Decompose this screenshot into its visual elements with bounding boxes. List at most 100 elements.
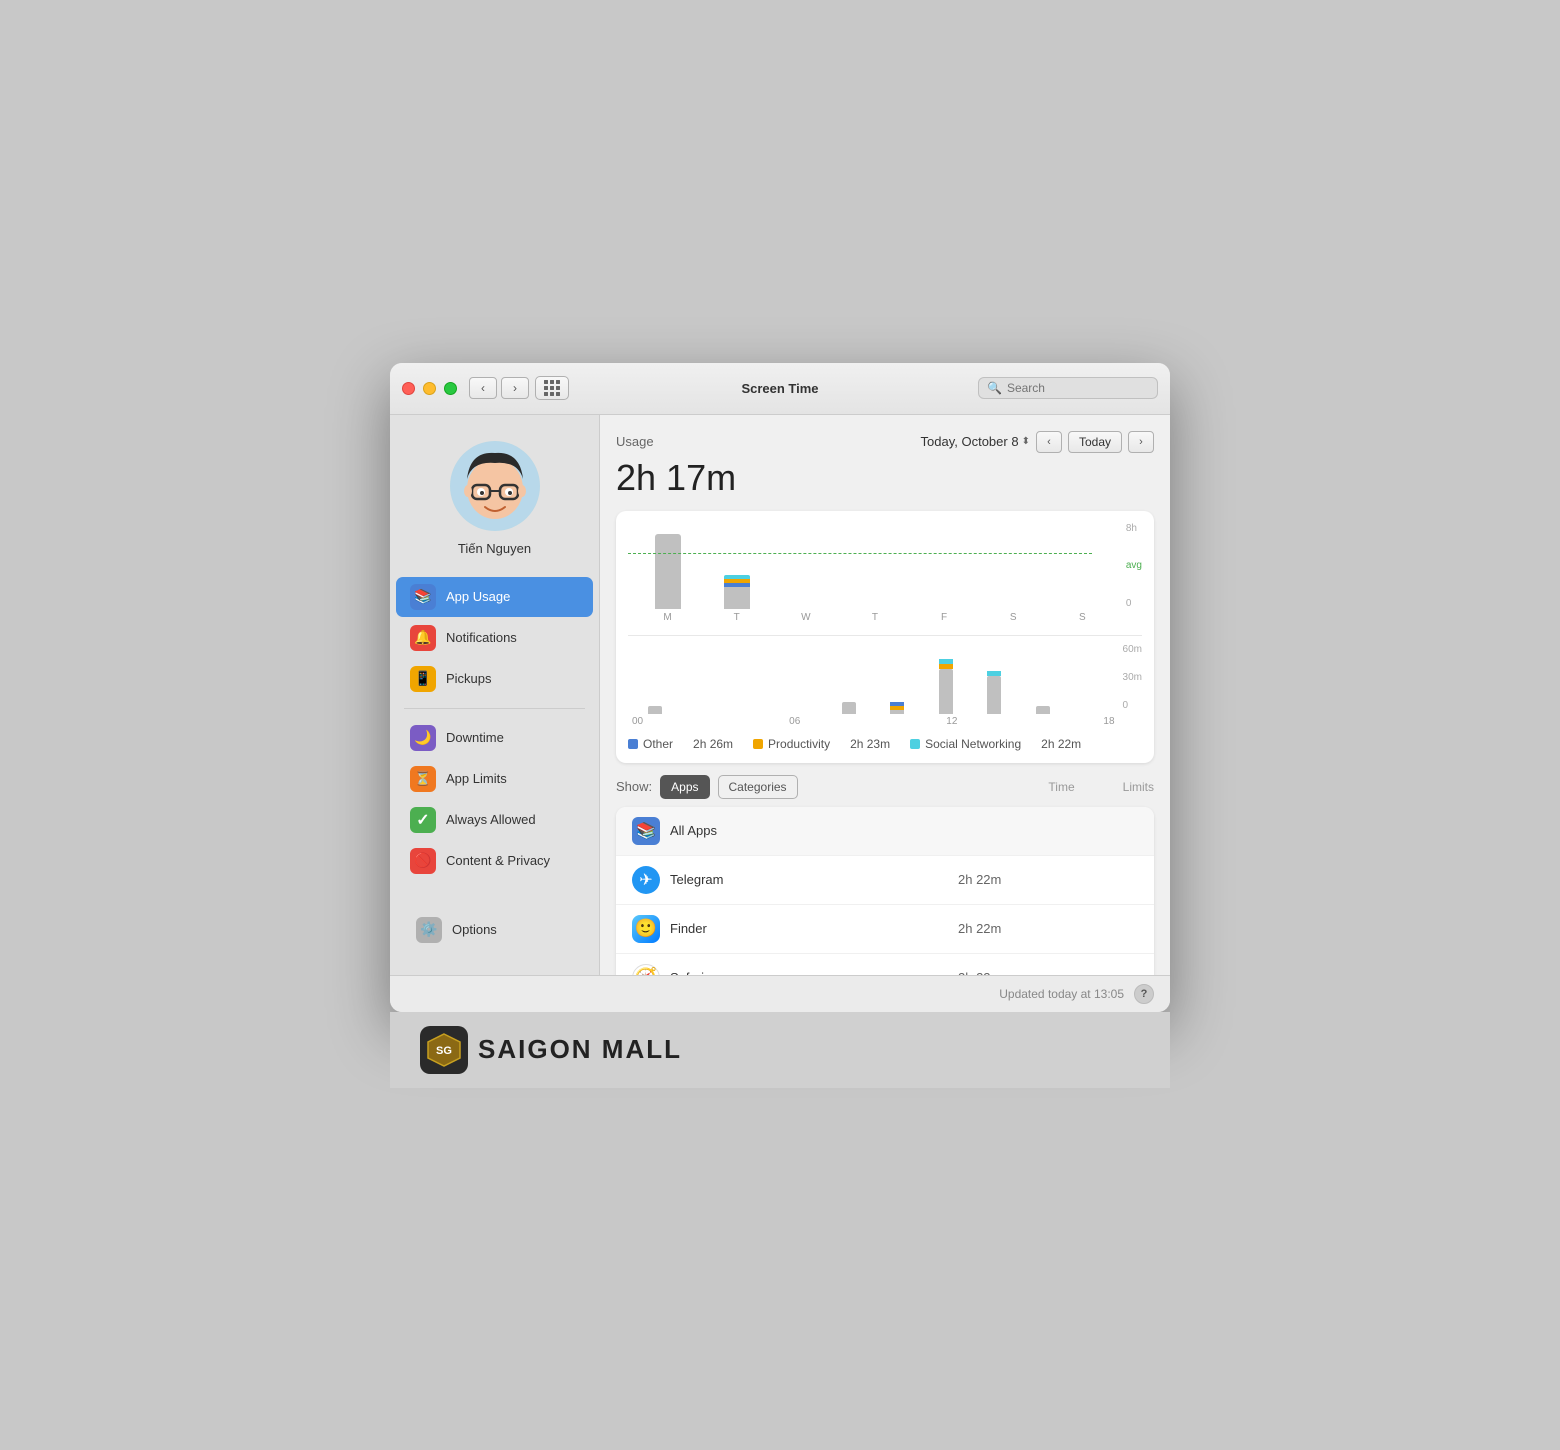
date-text: Today, October 8 ⬍ <box>921 434 1030 449</box>
avatar-section: Tiến Nguyen <box>390 431 599 576</box>
hourly-bar-18 <box>1020 706 1066 714</box>
sidebar-item-notifications[interactable]: 🔔 Notifications <box>396 618 593 658</box>
legend-label-other: Other <box>643 737 673 751</box>
avatar <box>450 441 540 531</box>
sidebar-primary: 📚 App Usage 🔔 Notifications 📱 Pickups <box>390 576 599 700</box>
sidebar-item-content-privacy[interactable]: 🚫 Content & Privacy <box>396 841 593 881</box>
search-bar[interactable]: 🔍 <box>978 377 1158 399</box>
chart-bar-group-s2: S <box>1051 609 1114 623</box>
sidebar-item-always-allowed[interactable]: ✓ Always Allowed <box>396 800 593 840</box>
app-time-telegram: 2h 22m <box>958 872 1058 887</box>
sidebar-secondary: 🌙 Downtime ⏳ App Limits ✓ Always Allowed <box>390 717 599 882</box>
traffic-lights <box>402 382 457 395</box>
usage-label: Usage <box>616 434 909 449</box>
options-icon: ⚙️ <box>416 917 442 943</box>
search-input[interactable] <box>1007 381 1149 395</box>
app-cell-all: 📚 All Apps <box>632 817 958 845</box>
app-cell-finder: 🙂 Finder <box>632 915 958 943</box>
help-button[interactable]: ? <box>1134 984 1154 1004</box>
day-label-m: M <box>663 612 671 623</box>
grid-view-button[interactable] <box>535 376 569 400</box>
sidebar-item-label: Pickups <box>446 671 492 686</box>
sidebar-item-options[interactable]: ⚙️ Options <box>402 910 587 950</box>
usage-header: Usage Today, October 8 ⬍ ‹ Today › <box>616 431 1154 453</box>
chart-bar-group-w: W <box>774 609 837 623</box>
sidebar-item-app-limits[interactable]: ⏳ App Limits <box>396 759 593 799</box>
always-allowed-icon: ✓ <box>410 807 436 833</box>
forward-button[interactable]: › <box>501 377 529 399</box>
sidebar-divider <box>404 708 585 709</box>
limits-col-header: Limits <box>1123 780 1154 794</box>
chart-bar-group-s1: S <box>982 609 1045 623</box>
window-title: Screen Time <box>741 381 818 396</box>
sidebar-item-downtime[interactable]: 🌙 Downtime <box>396 718 593 758</box>
show-apps-button[interactable]: Apps <box>660 775 709 799</box>
app-name-all: All Apps <box>670 823 717 838</box>
sidebar-options-label: Options <box>452 922 497 937</box>
today-button[interactable]: Today <box>1068 431 1122 453</box>
sidebar-item-label: Notifications <box>446 630 517 645</box>
show-categories-button[interactable]: Categories <box>718 775 798 799</box>
app-time-finder: 2h 22m <box>958 921 1058 936</box>
day-label-w: W <box>801 612 810 623</box>
pickups-icon: 📱 <box>410 666 436 692</box>
legend-time-other: 2h 26m <box>693 737 733 751</box>
svg-text:SG: SG <box>436 1045 452 1057</box>
day-label-t1: T <box>734 612 740 623</box>
y-label-60m: 60m <box>1123 644 1142 655</box>
titlebar: ‹ › Screen Time 🔍 <box>390 363 1170 415</box>
hourly-bar-00 <box>632 706 678 714</box>
weekly-chart: M <box>628 523 1122 623</box>
table-row-safari[interactable]: 🧭 Safari 2h 22m <box>616 954 1154 975</box>
chart-area: M <box>616 511 1154 763</box>
main-layout: Tiến Nguyen 📚 App Usage 🔔 Notifications <box>390 415 1170 975</box>
y-label-8h: 8h <box>1126 523 1142 534</box>
chart-bar-group-m: M <box>636 534 699 623</box>
wm-text: SAIGON MALL <box>478 1034 682 1065</box>
table-row-finder[interactable]: 🙂 Finder 2h 22m <box>616 905 1154 954</box>
hour-12: 12 <box>946 716 957 727</box>
sidebar-item-label: App Usage <box>446 589 510 604</box>
prev-date-button[interactable]: ‹ <box>1036 431 1062 453</box>
show-label: Show: <box>616 779 652 794</box>
fullscreen-button[interactable] <box>444 382 457 395</box>
sidebar-item-label: App Limits <box>446 771 507 786</box>
close-button[interactable] <box>402 382 415 395</box>
time-col-header: Time <box>1048 780 1074 794</box>
wm-logo: SG <box>420 1026 468 1074</box>
sidebar-item-pickups[interactable]: 📱 Pickups <box>396 659 593 699</box>
grid-icon <box>544 380 560 396</box>
chart-bar-group-t2: T <box>843 609 906 623</box>
hour-18: 18 <box>1103 716 1114 727</box>
day-label-s1: S <box>1010 612 1017 623</box>
legend-dot-social <box>910 739 920 749</box>
search-icon: 🔍 <box>987 381 1002 395</box>
all-apps-icon: 📚 <box>632 817 660 845</box>
hourly-chart <box>628 644 1119 714</box>
legend-time-productivity: 2h 23m <box>850 737 890 751</box>
hourly-bar-4 <box>826 702 872 714</box>
app-time-safari: 2h 22m <box>958 970 1058 975</box>
back-button[interactable]: ‹ <box>469 377 497 399</box>
legend: Other 2h 26m Productivity 2h 23m Social … <box>628 737 1142 751</box>
table-row-all-apps[interactable]: 📚 All Apps <box>616 807 1154 856</box>
nav-buttons: ‹ › <box>469 377 529 399</box>
user-name: Tiến Nguyen <box>458 541 531 556</box>
table-row-telegram[interactable]: ✈ Telegram 2h 22m <box>616 856 1154 905</box>
y-label-0h: 0 <box>1123 700 1142 711</box>
right-panel: Usage Today, October 8 ⬍ ‹ Today › 2h 17… <box>600 415 1170 975</box>
app-name-finder: Finder <box>670 921 707 936</box>
minimize-button[interactable] <box>423 382 436 395</box>
app-cell-telegram: ✈ Telegram <box>632 866 958 894</box>
date-sort-icon: ⬍ <box>1022 436 1030 447</box>
status-text: Updated today at 13:05 <box>999 987 1124 1001</box>
legend-other: Other <box>628 737 673 751</box>
sidebar-bottom: ⚙️ Options <box>390 901 599 959</box>
sidebar-item-app-usage[interactable]: 📚 App Usage <box>396 577 593 617</box>
app-limits-icon: ⏳ <box>410 766 436 792</box>
app-table: 📚 All Apps ✈ Telegram 2h 22m <box>616 807 1154 975</box>
legend-time-social: 2h 22m <box>1041 737 1081 751</box>
y-label-avg: avg <box>1126 560 1142 571</box>
next-date-button[interactable]: › <box>1128 431 1154 453</box>
legend-productivity: Productivity <box>753 737 830 751</box>
